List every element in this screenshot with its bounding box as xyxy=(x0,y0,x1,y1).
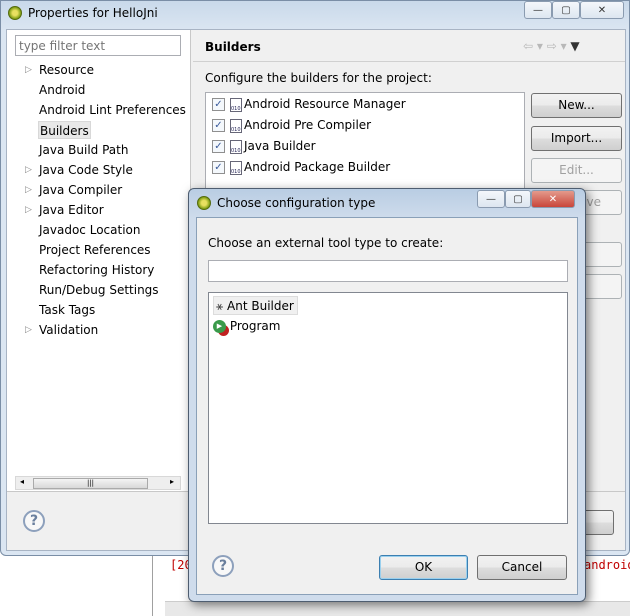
tree-item[interactable]: Javadoc Location xyxy=(39,221,140,239)
expand-arrow-icon[interactable]: ▷ xyxy=(25,181,32,199)
builder-row[interactable]: ✓ 010 Android Pre Compiler xyxy=(212,115,371,135)
list-item-ant-builder[interactable]: ⚹ Ant Builder xyxy=(213,296,298,315)
builder-file-icon: 010 xyxy=(230,118,242,133)
list-item-label: Program xyxy=(229,319,281,333)
eclipse-icon xyxy=(197,196,211,210)
remove-button-label: ve xyxy=(586,195,601,209)
close-button[interactable]: ✕ xyxy=(580,1,624,19)
list-item-program[interactable]: ▶ Program xyxy=(213,317,280,336)
builder-row[interactable]: ✓ 010 Java Builder xyxy=(212,136,316,156)
builder-row[interactable]: ✓ 010 Android Resource Manager xyxy=(212,94,406,114)
tool-type-list: ⚹ Ant Builder ▶ Program xyxy=(208,292,568,524)
builder-file-icon: 010 xyxy=(230,160,242,175)
console-scrollbar[interactable] xyxy=(165,601,630,616)
tree-item[interactable]: Builders xyxy=(38,121,91,139)
builder-label: Android Package Builder xyxy=(244,160,391,174)
page-description: Configure the builders for the project: xyxy=(205,71,432,85)
nav-arrows[interactable]: ⇦ ▾ ⇨ ▾ ▼ xyxy=(523,39,580,53)
console-text-right: android xyxy=(584,558,630,572)
builder-checkbox[interactable]: ✓ xyxy=(212,140,225,153)
dialog-minimize-button[interactable]: — xyxy=(477,190,505,208)
choose-configuration-dialog: Choose configuration type — ▢ ✕ Choose a… xyxy=(188,188,586,602)
tool-type-filter-input[interactable] xyxy=(208,260,568,282)
page-title: Builders xyxy=(205,40,261,54)
new-button[interactable]: New... xyxy=(531,93,622,118)
tree-item[interactable]: Run/Debug Settings xyxy=(39,281,159,299)
builder-checkbox[interactable]: ✓ xyxy=(212,161,225,174)
dialog-title: Choose configuration type xyxy=(217,196,376,210)
tree-item[interactable]: Task Tags xyxy=(39,301,95,319)
import-button[interactable]: Import... xyxy=(531,126,622,151)
tree-item[interactable]: Java Editor xyxy=(39,201,104,219)
view-menu-icon[interactable]: ▼ xyxy=(570,39,579,53)
list-item-label: Ant Builder xyxy=(227,299,294,313)
expand-arrow-icon[interactable]: ▷ xyxy=(25,61,32,79)
expand-arrow-icon[interactable]: ▷ xyxy=(25,161,32,179)
ok-button[interactable]: OK xyxy=(379,555,468,580)
tree-item[interactable]: Resource xyxy=(39,61,94,79)
edit-button[interactable]: Edit... xyxy=(531,158,622,183)
dialog-help-icon[interactable]: ? xyxy=(212,555,234,577)
expand-arrow-icon[interactable]: ▷ xyxy=(25,201,32,219)
filter-input[interactable] xyxy=(15,35,181,56)
tree-item[interactable]: Java Build Path xyxy=(39,141,128,159)
dialog-prompt: Choose an external tool type to create: xyxy=(208,236,444,250)
maximize-button[interactable]: ▢ xyxy=(552,1,580,19)
builder-label: Android Resource Manager xyxy=(244,97,406,111)
builder-checkbox[interactable]: ✓ xyxy=(212,119,225,132)
scroll-right-arrow[interactable]: ▸ xyxy=(170,477,174,486)
tree-item[interactable]: Java Code Style xyxy=(39,161,133,179)
scroll-left-arrow[interactable]: ◂ xyxy=(20,477,24,486)
tree-item[interactable]: Project References xyxy=(39,241,151,259)
tree-item[interactable]: Validation xyxy=(39,321,98,339)
eclipse-icon xyxy=(8,6,22,20)
tree-item[interactable]: Android Lint Preferences xyxy=(39,101,186,119)
builder-checkbox[interactable]: ✓ xyxy=(212,98,225,111)
minimize-button[interactable]: — xyxy=(524,1,552,19)
ant-icon: ⚹ xyxy=(216,299,224,313)
dialog-maximize-button[interactable]: ▢ xyxy=(505,190,531,208)
scroll-thumb[interactable]: ||| xyxy=(33,478,148,489)
tree-item[interactable]: Refactoring History xyxy=(39,261,154,279)
tree-horizontal-scrollbar[interactable]: ◂ ||| ▸ xyxy=(15,476,181,490)
builder-label: Java Builder xyxy=(244,139,316,153)
builder-row[interactable]: ✓ 010 Android Package Builder xyxy=(212,157,390,177)
builder-file-icon: 010 xyxy=(230,97,242,112)
tree-item[interactable]: Java Compiler xyxy=(39,181,122,199)
builder-label: Android Pre Compiler xyxy=(244,118,372,132)
builder-file-icon: 010 xyxy=(230,139,242,154)
expand-arrow-icon[interactable]: ▷ xyxy=(25,321,32,339)
dialog-close-button[interactable]: ✕ xyxy=(531,190,575,208)
program-icon: ▶ xyxy=(213,320,226,333)
window-title: Properties for HelloJni xyxy=(28,6,158,20)
cancel-button[interactable]: Cancel xyxy=(477,555,567,580)
help-icon[interactable]: ? xyxy=(23,510,45,532)
tree-item[interactable]: Android xyxy=(39,81,85,99)
dialog-body: Choose an external tool type to create: … xyxy=(196,217,578,595)
